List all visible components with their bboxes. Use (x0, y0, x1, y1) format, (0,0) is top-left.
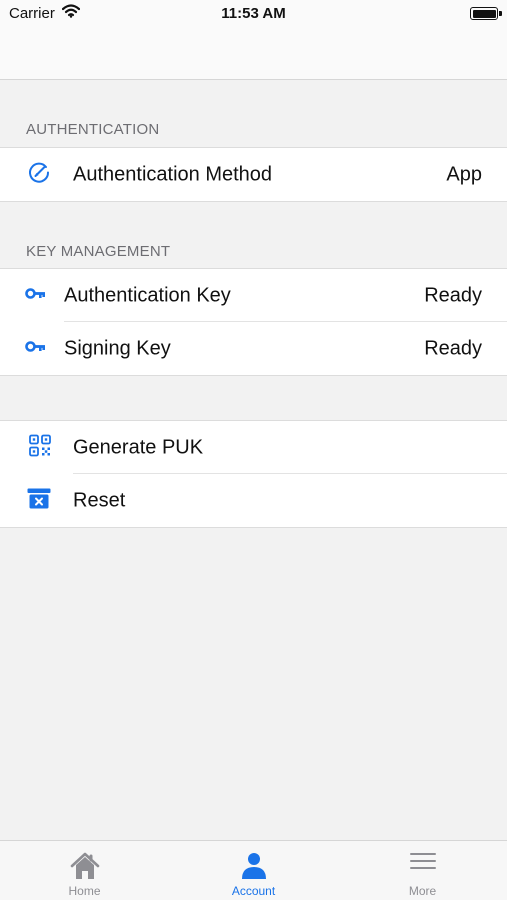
tab-home[interactable]: Home (0, 841, 169, 900)
status-bar: Carrier 11:53 AM (0, 0, 507, 28)
generate-puk-label: Generate PUK (73, 436, 204, 458)
section-header-key-management: KEY MANAGEMENT (26, 243, 171, 260)
tab-account[interactable]: Account (169, 841, 338, 900)
signing-key-status: Ready (424, 337, 482, 359)
menu-lines-icon (408, 851, 438, 882)
tab-more-label: More (408, 884, 437, 898)
signing-key-label: Signing Key (64, 337, 171, 359)
tab-bar: Home Account More (0, 840, 507, 900)
authentication-method-value: App (446, 163, 482, 185)
navigation-bar (0, 28, 507, 80)
authentication-key-row[interactable]: Authentication Key Ready (0, 269, 507, 322)
reset-label: Reset (73, 489, 126, 511)
tab-more[interactable]: More (338, 841, 507, 900)
generate-puk-row[interactable]: Generate PUK (0, 421, 507, 474)
authentication-method-label: Authentication Method (73, 163, 273, 185)
person-icon (239, 851, 269, 886)
key-icon (25, 286, 47, 305)
status-time: 11:53 AM (221, 5, 286, 22)
authentication-key-label: Authentication Key (64, 284, 231, 306)
key-management-group: Authentication Key Ready Signing Key Rea… (0, 268, 507, 376)
authentication-method-row[interactable]: Authentication Method App (0, 148, 507, 201)
tab-account-label: Account (231, 884, 276, 898)
reset-box-icon (27, 487, 51, 514)
authentication-key-status: Ready (424, 284, 482, 306)
battery-icon (470, 7, 498, 20)
authentication-group: Authentication Method App (0, 147, 507, 202)
key-icon (25, 339, 47, 358)
signing-key-row[interactable]: Signing Key Ready (0, 322, 507, 375)
authentication-method-icon (27, 160, 51, 189)
actions-group: Generate PUK Reset (0, 420, 507, 528)
tab-home-label: Home (68, 884, 101, 898)
section-header-authentication: AUTHENTICATION (26, 121, 160, 138)
home-icon (69, 851, 101, 886)
battery-tip (499, 11, 502, 16)
reset-row[interactable]: Reset (0, 474, 507, 527)
qr-code-icon (29, 434, 51, 461)
